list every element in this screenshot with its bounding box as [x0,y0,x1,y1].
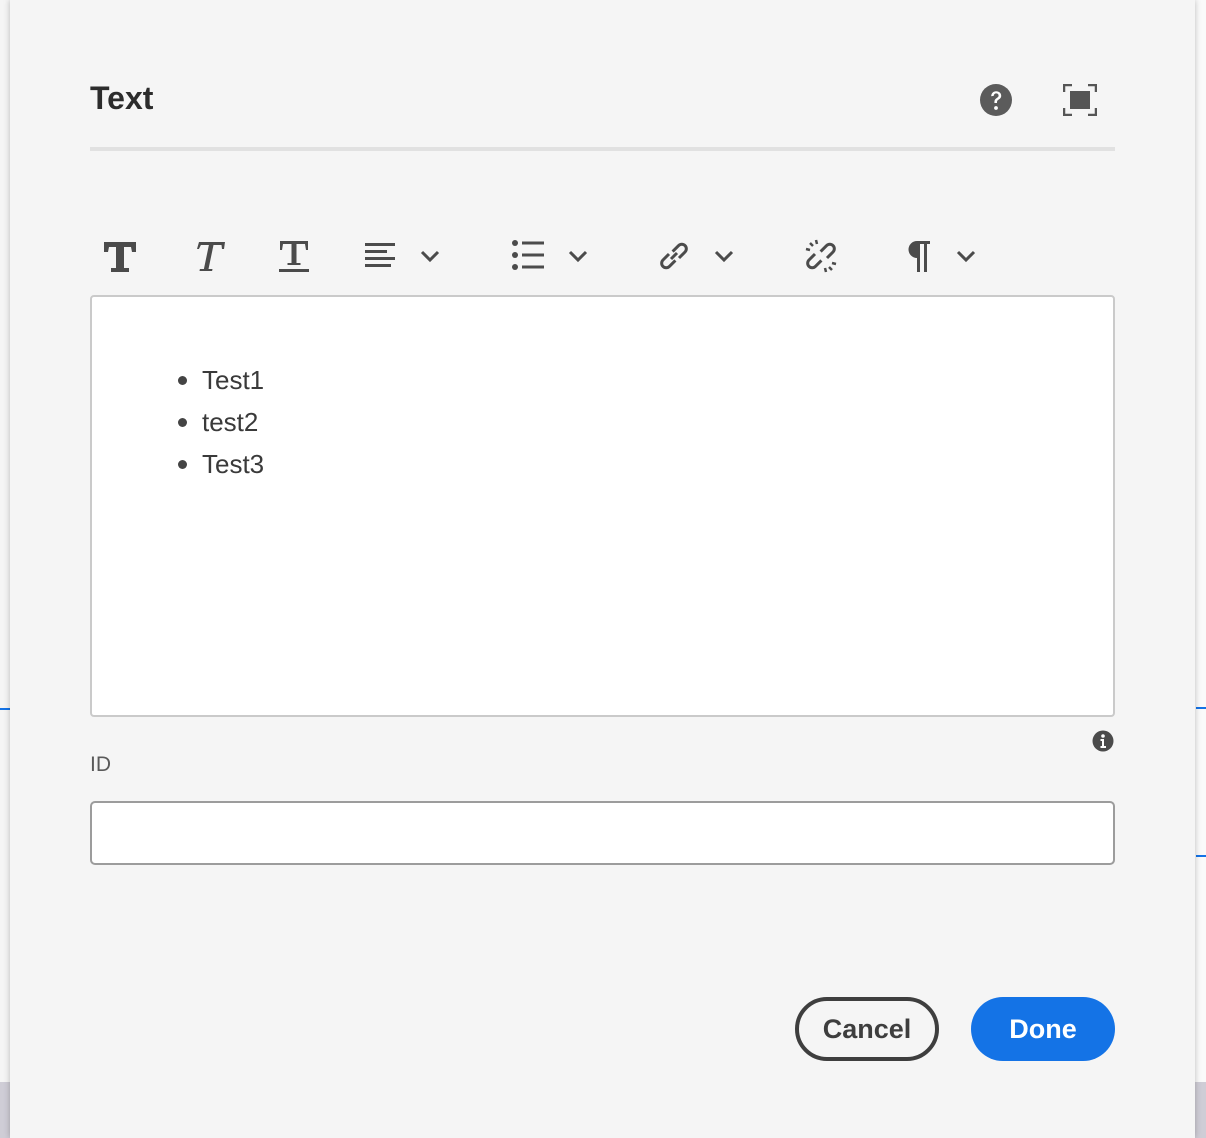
done-button[interactable]: Done [971,997,1115,1061]
info-icon[interactable] [1092,730,1114,752]
list-item: test2 [174,401,264,443]
paragraph-format-dropdown-button[interactable] [902,226,978,286]
align-left-icon [365,243,395,267]
rich-text-editor[interactable]: Test1 test2 Test3 [90,295,1115,717]
bullet-list: Test1 test2 Test3 [174,359,264,485]
rich-text-toolbar [90,226,1115,286]
bold-icon [104,242,136,272]
text-dialog: Text Test1 test2 Test3 ID Cancel Done [10,0,1195,1138]
italic-button[interactable] [190,226,226,286]
chevron-down-icon [568,250,588,263]
bullet-list-icon [512,240,544,270]
link-dropdown-button[interactable] [656,226,736,286]
list-item: Test3 [174,443,264,485]
unlink-button[interactable] [802,226,840,286]
list-item: Test1 [174,359,264,401]
background-blue-line-left [0,708,10,710]
id-input[interactable] [90,801,1115,865]
header-divider [90,147,1115,151]
dialog-title: Text [90,80,154,116]
bold-button[interactable] [102,226,138,286]
chevron-down-icon [714,250,734,263]
fullscreen-icon[interactable] [1063,84,1097,116]
help-circle-icon[interactable] [979,83,1013,117]
lists-dropdown-button[interactable] [510,226,590,286]
cancel-button[interactable]: Cancel [795,997,939,1061]
background-blue-line-right [1196,707,1206,709]
chevron-down-icon [420,250,440,263]
italic-icon [197,242,225,271]
underline-icon [279,241,309,272]
link-icon [660,242,688,270]
paragraph-icon [908,241,930,272]
background-blue-line-right-lower [1196,855,1206,857]
justify-dropdown-button[interactable] [362,226,442,286]
underline-button[interactable] [276,226,312,286]
chevron-down-icon [956,250,976,263]
unlink-icon [805,239,837,273]
id-field-label: ID [90,753,111,776]
